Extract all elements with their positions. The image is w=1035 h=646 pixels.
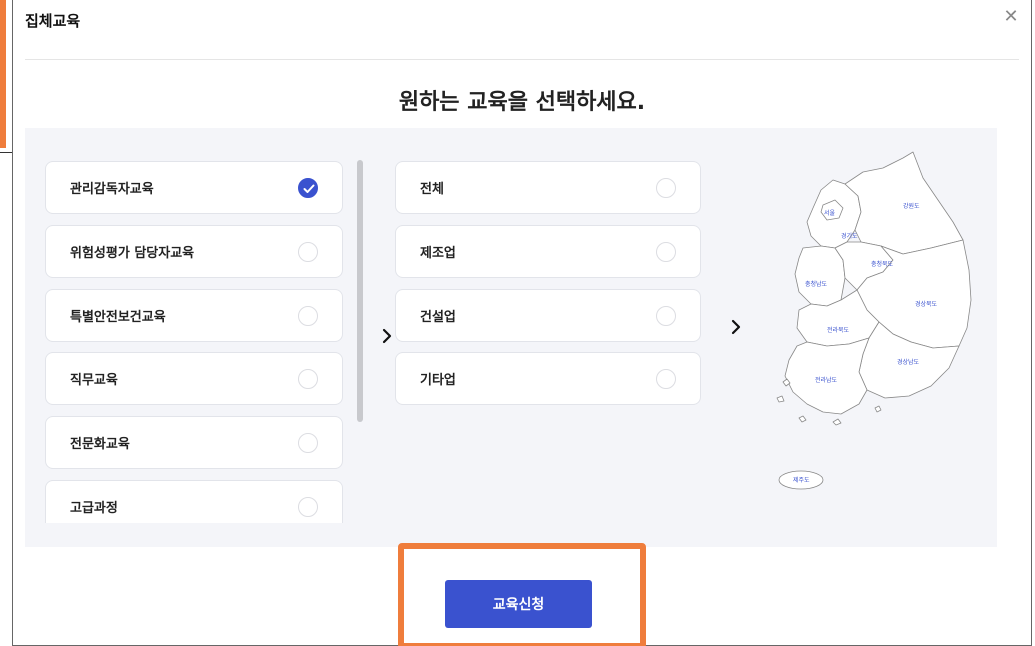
map-label: 경상북도: [915, 300, 938, 308]
industry-option[interactable]: 전체: [395, 161, 701, 214]
korea-region-map: 서울 경기도 강원도 충청북도 충청남도 경상북도 전라북도 경상남도 전라남도…: [776, 151, 972, 490]
radio-icon[interactable]: [656, 177, 676, 198]
education-option[interactable]: 고급과정: [45, 480, 343, 523]
chevron-right-icon: [382, 328, 392, 344]
industry-option-label: 기타업: [420, 373, 456, 388]
education-option-label: 특별안전보건교육: [70, 310, 166, 325]
industry-list: 전체 제조업 건설업 기타업: [395, 161, 705, 421]
list-scrollbar[interactable]: [357, 160, 363, 422]
close-icon[interactable]: ✕: [1003, 8, 1019, 26]
education-option-label: 고급과정: [70, 501, 118, 516]
map-label: 전라북도: [827, 326, 850, 334]
education-option-label: 위험성평가 담당자교육: [70, 246, 195, 261]
radio-icon[interactable]: [298, 368, 318, 389]
map-label: 전라남도: [815, 376, 838, 384]
map-region-jeonnam: [784, 337, 870, 415]
education-option[interactable]: 특별안전보건교육: [45, 289, 343, 342]
education-option-label: 직무교육: [70, 373, 118, 388]
industry-option-label: 건설업: [420, 310, 456, 325]
map-region-chungnam: [794, 245, 846, 307]
education-option-label: 전문화교육: [70, 437, 130, 452]
page-heading: 원하는 교육을 선택하세요.: [398, 90, 646, 115]
industry-option[interactable]: 건설업: [395, 289, 701, 342]
education-type-list[interactable]: 관리감독자교육 위험성평가 담당자교육 특별안전보건교육 직무교육 전문화교육: [45, 161, 345, 523]
apply-education-button[interactable]: 교육신청: [445, 580, 592, 628]
radio-icon[interactable]: [656, 305, 676, 326]
map-label: 경기도: [841, 232, 858, 240]
map-label: 서울: [824, 209, 836, 217]
background-highlight: [0, 0, 6, 148]
chevron-right-icon: [731, 319, 741, 335]
radio-icon[interactable]: [298, 241, 318, 262]
education-option[interactable]: 위험성평가 담당자교육: [45, 225, 343, 278]
map-label: 경상남도: [897, 358, 920, 366]
map-label: 제주도: [793, 476, 810, 484]
education-option[interactable]: 직무교육: [45, 352, 343, 405]
radio-icon[interactable]: [656, 241, 676, 262]
header-divider: [25, 59, 1019, 60]
radio-icon[interactable]: [298, 496, 318, 517]
industry-option-label: 제조업: [420, 246, 456, 261]
education-option[interactable]: 전문화교육: [45, 416, 343, 469]
modal-title: 집체교육: [25, 12, 81, 30]
map-label: 강원도: [903, 202, 920, 210]
map-label: 충청북도: [871, 260, 894, 268]
map-label: 충청남도: [805, 280, 828, 288]
industry-option[interactable]: 기타업: [395, 352, 701, 405]
radio-checked-icon[interactable]: [298, 177, 318, 198]
selection-panel: 관리감독자교육 위험성평가 담당자교육 특별안전보건교육 직무교육 전문화교육: [25, 128, 997, 547]
radio-icon[interactable]: [656, 368, 676, 389]
radio-icon[interactable]: [298, 432, 318, 453]
radio-icon[interactable]: [298, 305, 318, 326]
education-option-label: 관리감독자교육: [70, 182, 154, 197]
industry-option[interactable]: 제조업: [395, 225, 701, 278]
industry-option-label: 전체: [420, 182, 444, 197]
education-option[interactable]: 관리감독자교육: [45, 161, 343, 214]
